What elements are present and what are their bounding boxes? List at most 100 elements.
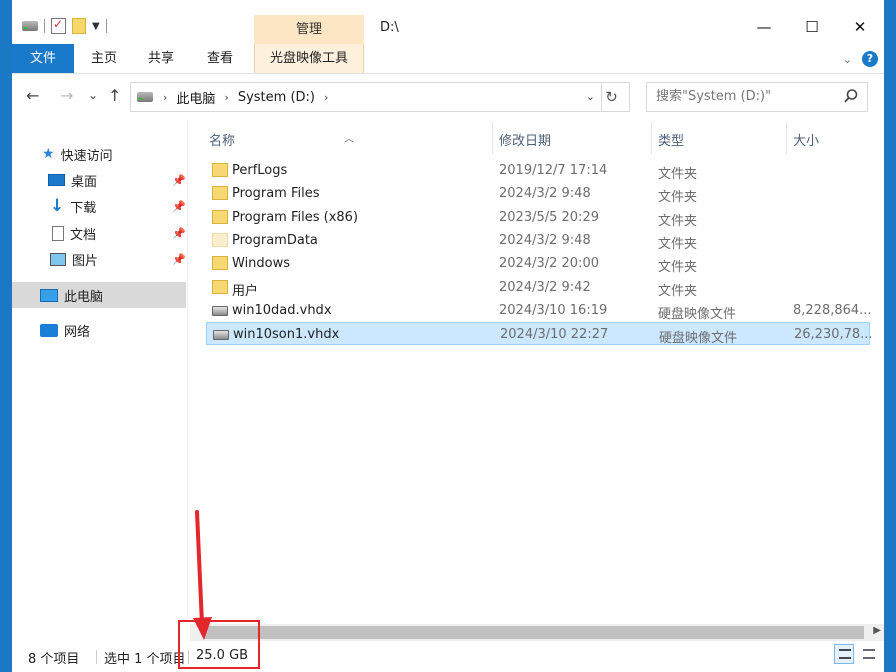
chevron-right-icon[interactable]: › [224, 91, 228, 104]
details-view-button[interactable] [834, 644, 854, 664]
file-row[interactable]: win10son1.vhdx 2024/3/10 22:27 硬盘映像文件 26,23… [206, 322, 872, 347]
file-date: 2024/3/10 16:19 [499, 302, 608, 318]
pin-icon[interactable]: 📌 [172, 253, 186, 266]
back-button[interactable]: ← [26, 86, 39, 105]
column-header-type[interactable]: 类型 [658, 130, 684, 149]
tab-view[interactable]: 查看 [194, 44, 246, 73]
folder-icon-shape [212, 186, 228, 201]
up-button[interactable]: ↑ [108, 86, 121, 105]
nav-network[interactable]: 网络 [40, 318, 90, 342]
large-icons-view-icon [863, 649, 875, 659]
navigation-bar: ← → ⌄ ↑ › 此电脑 › System (D:) › ⌄ ↻ 搜索"Sys… [12, 80, 884, 116]
explorer-window: ▼ 管理 D:\ — ☐ ✕ 文件 主页 共享 查看 光盘映像工具 ⌄ ? ← … [12, 0, 884, 672]
close-button[interactable]: ✕ [836, 10, 884, 44]
nav-quick-access[interactable]: ★ 快速访问 [42, 142, 113, 166]
file-list: ︿ 名称 修改日期 类型 大小 PerfLogs 2019/12/7 17:14 文… [190, 118, 884, 624]
file-type: 硬盘映像文件 [659, 331, 738, 347]
breadcrumb-this-pc[interactable]: 此电脑 [176, 88, 215, 107]
column-header-size[interactable]: 大小 [793, 130, 819, 149]
file-name: PerfLogs [232, 163, 288, 178]
nav-label: 下载 [70, 200, 97, 216]
tab-share[interactable]: 共享 [136, 44, 186, 73]
pin-icon[interactable]: 📌 [172, 174, 186, 187]
window-title: D:\ [380, 20, 399, 35]
nav-item-documents[interactable]: 文档 [52, 221, 96, 245]
column-headers: ︿ 名称 修改日期 类型 大小 [190, 118, 884, 156]
contextual-group-label: 管理 [254, 15, 364, 44]
minimize-button[interactable]: — [740, 10, 788, 44]
file-date: 2023/5/5 20:29 [499, 209, 599, 225]
tab-file[interactable]: 文件 [12, 44, 74, 73]
new-folder-icon[interactable] [72, 18, 86, 34]
maximize-button[interactable]: ☐ [788, 10, 836, 44]
drive-icon [137, 92, 153, 102]
customize-toolbar-dropdown-icon[interactable]: ▼ [92, 21, 100, 32]
help-icon[interactable]: ? [862, 51, 878, 67]
file-date: 2024/3/2 9:42 [499, 279, 591, 295]
quick-access-toolbar: ▼ [22, 17, 107, 34]
breadcrumb-drive[interactable]: System (D:) [238, 90, 315, 105]
forward-button[interactable]: → [60, 86, 73, 105]
column-header-name[interactable]: 名称 [209, 130, 235, 149]
file-row[interactable]: win10dad.vhdx 2024/3/10 16:19 硬盘映像文件 8,228,… [206, 299, 871, 322]
chevron-right-icon[interactable]: › [163, 91, 167, 104]
column-divider[interactable] [492, 122, 493, 154]
tab-disc-image-tools[interactable]: 光盘映像工具 [254, 44, 364, 73]
file-row[interactable]: Program Files (x86) 2023/5/5 20:29 文件夹 [206, 206, 870, 229]
computer-icon [40, 288, 58, 302]
recent-locations-button[interactable]: ⌄ [88, 88, 98, 102]
pin-icon[interactable]: 📌 [172, 200, 186, 213]
nav-item-pictures[interactable]: 图片 [50, 247, 98, 271]
column-divider[interactable] [651, 122, 652, 154]
tab-home[interactable]: 主页 [78, 44, 130, 73]
nav-item-downloads[interactable]: ↓ 下载 [50, 194, 96, 218]
search-icon[interactable] [843, 88, 859, 104]
pin-icon[interactable]: 📌 [172, 227, 186, 240]
file-row[interactable]: Windows 2024/3/2 20:00 文件夹 [206, 252, 870, 275]
folder-icon-shape [212, 279, 228, 294]
ribbon-controls: ⌄ ? [843, 51, 878, 67]
file-name: Windows [232, 256, 291, 272]
properties-icon[interactable] [51, 17, 66, 34]
disk-image-icon-shape [213, 330, 229, 341]
divider [96, 650, 97, 664]
chevron-right-icon[interactable]: › [324, 91, 328, 104]
sort-ascending-icon: ︿ [344, 134, 354, 145]
folder-icon [212, 256, 228, 271]
file-row[interactable]: 用户 2024/3/2 9:42 文件夹 [206, 276, 870, 299]
file-row[interactable]: PerfLogs 2019/12/7 17:14 文件夹 [206, 159, 870, 182]
file-type: 文件夹 [658, 260, 698, 276]
scroll-right-icon[interactable]: ▶ [873, 625, 881, 636]
folder-icon [212, 186, 228, 201]
highlight-box [178, 620, 260, 669]
large-icons-view-button[interactable] [858, 644, 878, 664]
nav-this-pc[interactable]: 此电脑 [40, 283, 103, 307]
search-input[interactable]: 搜索"System (D:)" [646, 82, 868, 112]
column-header-date[interactable]: 修改日期 [499, 130, 551, 149]
nav-item-desktop[interactable]: 桌面 [48, 168, 97, 192]
file-type: 文件夹 [658, 236, 698, 252]
file-row[interactable]: Program Files 2024/3/2 9:48 文件夹 [206, 182, 870, 205]
refresh-button[interactable]: ↻ [594, 82, 630, 112]
ribbon-tabs: 文件 主页 共享 查看 光盘映像工具 ⌄ ? [12, 44, 884, 74]
nav-label: 此电脑 [64, 289, 104, 305]
folder-icon-shape [212, 163, 228, 177]
selected-count: 选中 1 个项目 [104, 652, 186, 667]
folder-icon-shape [212, 209, 228, 224]
drive-icon[interactable] [22, 21, 38, 31]
file-size: 26,230,78... [794, 327, 872, 343]
disk-image-icon-shape [212, 305, 228, 316]
scrollbar-thumb[interactable] [204, 626, 864, 639]
horizontal-scrollbar[interactable]: ▶ [190, 624, 884, 641]
item-count: 8 个项目 [28, 652, 80, 667]
expand-ribbon-icon[interactable]: ⌄ [843, 53, 852, 66]
disk-image-icon [212, 303, 228, 316]
network-icon [40, 323, 58, 337]
address-bar[interactable]: › 此电脑 › System (D:) › ⌄ [130, 82, 602, 112]
file-name: win10dad.vhdx [232, 302, 332, 318]
file-type: 文件夹 [658, 283, 698, 299]
nav-label: 图片 [72, 253, 99, 269]
column-divider[interactable] [786, 122, 787, 154]
pictures-icon [50, 252, 66, 266]
file-row[interactable]: ProgramData 2024/3/2 9:48 文件夹 [206, 229, 870, 252]
